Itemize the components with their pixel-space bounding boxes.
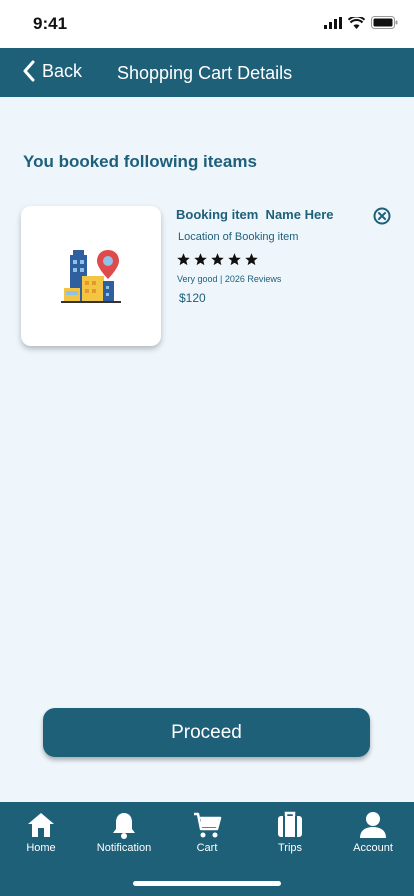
item-reviews: Very good | 2026 Reviews — [177, 274, 282, 284]
item-name: Booking item Name Here — [176, 207, 334, 222]
nav-item-home[interactable]: Home — [1, 810, 81, 854]
app-header: Back Shopping Cart Details — [0, 48, 414, 97]
status-time: 9:41 — [33, 14, 68, 33]
user-icon — [360, 812, 386, 838]
nav-item-account[interactable]: Account — [333, 810, 413, 854]
item-location: Location of Booking item — [178, 231, 299, 243]
star-icon — [211, 253, 224, 266]
item-price: $120 — [179, 291, 206, 305]
remove-item-icon[interactable] — [373, 207, 391, 225]
bell-icon — [113, 813, 135, 839]
item-image-card[interactable] — [21, 206, 161, 346]
nav-label-cart: Cart — [196, 842, 218, 854]
star-icon — [177, 253, 190, 266]
section-title: You booked following iteams — [23, 152, 257, 171]
nav-label-trips: Trips — [277, 842, 303, 854]
home-indicator — [133, 881, 281, 886]
chevron-left-icon — [23, 60, 35, 82]
signal-icon — [324, 16, 342, 29]
nav-label-home: Home — [26, 842, 56, 854]
star-icon — [228, 253, 241, 266]
nav-item-trips[interactable]: Trips — [250, 810, 330, 854]
star-icon — [194, 253, 207, 266]
nav-item-cart[interactable]: Cart — [167, 810, 247, 854]
home-icon — [28, 813, 54, 837]
hotel-location-icon — [61, 250, 121, 303]
page-title: Shopping Cart Details — [117, 63, 293, 83]
briefcase-icon — [278, 811, 302, 837]
nav-label-account: Account — [353, 842, 393, 854]
status-bar: 9:41 — [0, 0, 414, 48]
status-icons — [324, 16, 398, 29]
nav-item-notification[interactable]: Notification — [84, 810, 164, 854]
cart-icon — [194, 812, 222, 838]
back-label: Back — [42, 60, 83, 81]
star-icon — [245, 253, 258, 266]
proceed-button[interactable]: Proceed — [43, 708, 370, 757]
battery-icon — [371, 16, 398, 29]
wifi-icon — [348, 16, 365, 29]
rating-stars — [176, 252, 259, 267]
back-button[interactable]: Back — [22, 60, 82, 82]
nav-label-notification: Notification — [96, 842, 152, 854]
